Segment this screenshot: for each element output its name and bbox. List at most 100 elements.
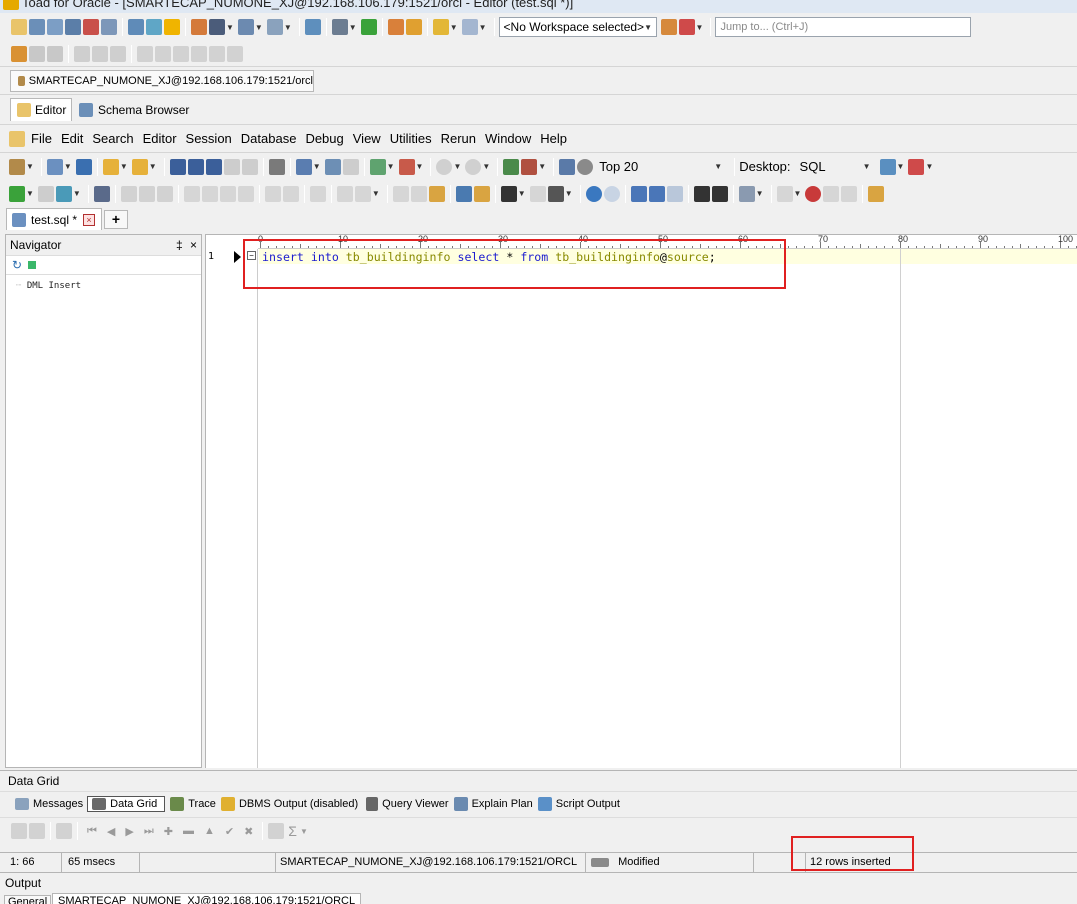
menu-view[interactable]: View <box>353 131 381 146</box>
tab-data-grid-wrap[interactable]: Data Grid <box>87 795 166 812</box>
close-icon[interactable]: × <box>190 238 197 252</box>
breakpoint-icon[interactable] <box>805 185 822 202</box>
grid-icon[interactable] <box>128 19 144 35</box>
chevron-down-icon[interactable]: ▼ <box>313 162 321 171</box>
close-tab-icon[interactable]: × <box>83 213 96 226</box>
tab-messages[interactable]: Messages <box>33 798 83 810</box>
tools-icon[interactable] <box>266 19 283 35</box>
menu-edit[interactable]: Edit <box>61 131 83 146</box>
find-icon[interactable] <box>324 158 341 175</box>
edit-icon[interactable] <box>868 185 885 202</box>
connect-icon[interactable] <box>9 158 25 175</box>
zoom-icon[interactable] <box>577 158 594 175</box>
chevron-down-icon[interactable]: ▼ <box>387 162 395 171</box>
chevron-down-icon[interactable]: ▼ <box>482 162 490 171</box>
chevron-down-icon[interactable]: ▼ <box>120 162 128 171</box>
plsql-icon[interactable] <box>331 19 348 35</box>
chevron-down-icon[interactable]: ▼ <box>26 189 34 198</box>
save-all-icon[interactable] <box>205 158 222 175</box>
menu-session[interactable]: Session <box>186 131 232 146</box>
menu-debug[interactable]: Debug <box>305 131 343 146</box>
menu-rerun[interactable]: Rerun <box>441 131 476 146</box>
sql-recall-icon[interactable] <box>503 158 520 175</box>
tab-explain-plan[interactable]: Explain Plan <box>472 798 533 810</box>
chevron-down-icon[interactable]: ▼ <box>518 189 526 198</box>
menu-editor[interactable]: Editor <box>143 131 177 146</box>
table-icon[interactable] <box>47 19 63 35</box>
key-icon[interactable] <box>209 19 225 35</box>
connection-tab[interactable]: SMARTECAP_NUMONE_XJ@192.168.106.179:1521… <box>10 70 314 92</box>
uppercase-icon[interactable] <box>630 185 647 202</box>
chevron-down-icon[interactable]: ▼ <box>538 162 546 171</box>
refresh-icon[interactable]: ↻ <box>12 258 22 272</box>
back-icon[interactable] <box>436 158 453 175</box>
format-icon[interactable] <box>473 185 490 202</box>
menu-search[interactable]: Search <box>92 131 133 146</box>
lowercase-icon[interactable] <box>648 185 665 202</box>
chevron-down-icon[interactable]: ▼ <box>565 189 573 198</box>
window-icon[interactable] <box>101 19 117 35</box>
chevron-down-icon[interactable]: ▼ <box>255 23 263 32</box>
grid-view-icon[interactable] <box>559 158 576 175</box>
chevron-down-icon[interactable]: ▼ <box>349 23 357 32</box>
new-sql-icon[interactable] <box>46 158 63 175</box>
pin-icon[interactable]: ‡ <box>176 238 183 252</box>
chevron-down-icon[interactable]: ▼ <box>897 162 905 171</box>
workspace-add-icon[interactable] <box>660 19 677 35</box>
session-icon[interactable] <box>65 19 81 35</box>
replace-icon[interactable] <box>547 185 564 202</box>
chevron-down-icon[interactable]: ▼ <box>450 23 458 32</box>
new-tab-button[interactable]: + <box>104 210 128 229</box>
run-icon[interactable] <box>360 19 377 35</box>
top-rows-select[interactable]: Top 20 ▼ <box>594 157 730 177</box>
check-syntax-icon[interactable] <box>455 185 472 202</box>
filter-icon[interactable] <box>28 261 37 269</box>
clipboard-icon[interactable] <box>428 185 445 202</box>
open-folder-icon[interactable] <box>102 158 119 175</box>
desktop-save-icon[interactable] <box>879 158 896 175</box>
binoculars-icon[interactable] <box>500 185 517 202</box>
execute-icon[interactable] <box>9 185 25 202</box>
sql-icon[interactable] <box>83 19 99 35</box>
tab-test-sql[interactable]: test.sql * × <box>6 208 102 230</box>
indent-icon[interactable] <box>693 185 710 202</box>
open-recent-icon[interactable] <box>131 158 148 175</box>
chevron-down-icon[interactable]: ▼ <box>26 162 34 171</box>
workspace-close-icon[interactable] <box>678 19 695 35</box>
desktop-select[interactable]: SQL ▼ <box>795 157 879 177</box>
layout-icon[interactable] <box>237 19 254 35</box>
save-icon[interactable] <box>169 158 186 175</box>
chevron-down-icon[interactable]: ▼ <box>696 23 704 32</box>
report-icon[interactable] <box>146 19 162 35</box>
workspace-select[interactable]: <No Workspace selected> ▼ <box>498 17 657 37</box>
export-icon[interactable] <box>387 19 404 35</box>
tab-script-output[interactable]: Script Output <box>556 798 620 810</box>
menu-file[interactable]: File <box>31 131 52 146</box>
explain-plan-icon[interactable] <box>93 185 110 202</box>
editor-icon[interactable] <box>11 19 27 35</box>
output-tab-connection[interactable]: SMARTECAP_NUMONE_XJ@192.168.106.179:1521… <box>52 893 362 904</box>
menu-help[interactable]: Help <box>540 131 567 146</box>
close-sql-icon[interactable] <box>75 158 92 175</box>
comment-icon[interactable] <box>738 185 755 202</box>
import-icon[interactable] <box>405 19 422 35</box>
schema-browser-icon[interactable] <box>29 19 45 35</box>
desktop-delete-icon[interactable] <box>908 158 925 175</box>
tab-schema-browser[interactable]: Schema Browser <box>78 100 189 120</box>
tab-dbms-output[interactable]: DBMS Output (disabled) <box>239 798 358 810</box>
print-icon[interactable] <box>268 158 285 175</box>
chevron-down-icon[interactable]: ▼ <box>453 162 461 171</box>
chevron-down-icon[interactable]: ▼ <box>756 189 764 198</box>
chevron-down-icon[interactable]: ▼ <box>149 162 157 171</box>
undo-icon[interactable] <box>585 185 602 202</box>
plsql-icon[interactable] <box>521 158 538 175</box>
outdent-icon[interactable] <box>711 185 728 202</box>
chevron-down-icon[interactable]: ▼ <box>925 162 933 171</box>
forward-icon[interactable] <box>465 158 482 175</box>
chevron-down-icon[interactable]: ▼ <box>64 162 72 171</box>
tab-query-viewer[interactable]: Query Viewer <box>382 798 448 810</box>
format-sql-icon[interactable] <box>295 158 312 175</box>
menu-utilities[interactable]: Utilities <box>390 131 432 146</box>
users-icon[interactable] <box>191 19 207 35</box>
chevron-down-icon[interactable]: ▼ <box>416 162 424 171</box>
